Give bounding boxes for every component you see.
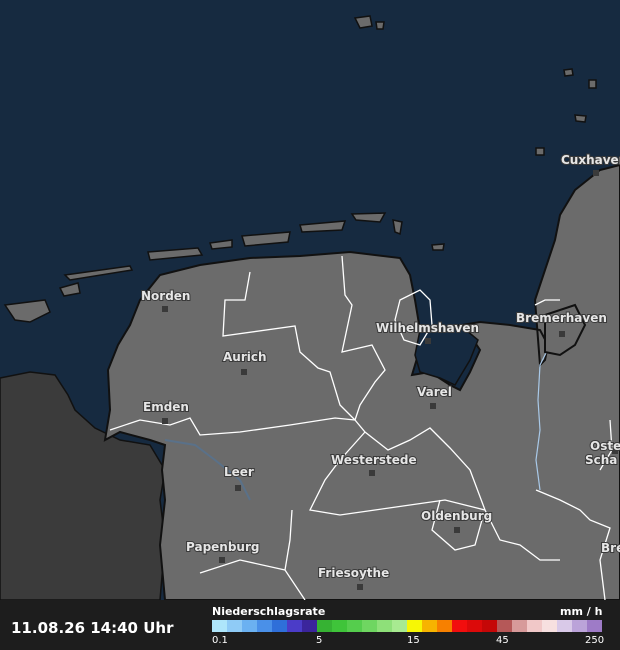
city-label-oldenburg: Oldenburg	[421, 509, 492, 523]
legend-swatch	[422, 620, 437, 632]
city-label-papenburg: Papenburg	[186, 540, 259, 554]
legend-tick-3: 45	[496, 635, 509, 646]
legend-swatch	[392, 620, 407, 632]
city-label-aurich: Aurich	[223, 350, 267, 364]
legend-swatch	[257, 620, 272, 632]
legend-title: Niederschlagsrate	[212, 605, 326, 618]
legend-swatch	[347, 620, 362, 632]
city-label-bremerhaven: Bremerhaven	[516, 311, 607, 325]
legend-swatch	[242, 620, 257, 632]
legend-tick-0: 0.1	[212, 635, 228, 646]
legend-swatch	[407, 620, 422, 632]
legend-swatch	[512, 620, 527, 632]
city-label-westerstede: Westerstede	[331, 453, 417, 467]
radar-map-app: Norden Aurich Emden Leer Papenburg Wilhe…	[0, 0, 620, 650]
legend-swatch	[317, 620, 332, 632]
legend-swatch	[227, 620, 242, 632]
precipitation-legend-bar	[212, 620, 602, 632]
legend-swatch	[497, 620, 512, 632]
legend-swatch	[437, 620, 452, 632]
legend-swatch	[212, 620, 227, 632]
legend-swatch	[272, 620, 287, 632]
city-label-friesoythe: Friesoythe	[318, 566, 389, 580]
legend-tick-2: 15	[407, 635, 420, 646]
legend-swatch	[452, 620, 467, 632]
city-label-varel: Varel	[417, 385, 452, 399]
city-label-norden: Norden	[141, 289, 190, 303]
legend-tick-4: 250	[585, 635, 605, 646]
city-label-cuxhaven: Cuxhaven	[561, 153, 620, 167]
map-canvas: Norden Aurich Emden Leer Papenburg Wilhe…	[0, 0, 620, 600]
map-footer: 11.08.26 14:40 Uhr Niederschlagsrate mm …	[0, 600, 620, 650]
legend-swatch	[542, 620, 557, 632]
timestamp-label: 11.08.26 14:40 Uhr	[11, 619, 174, 637]
city-label-emden: Emden	[143, 400, 189, 414]
legend-swatch	[482, 620, 497, 632]
precipitation-map[interactable]: Norden Aurich Emden Leer Papenburg Wilhe…	[0, 0, 620, 600]
legend-swatch	[467, 620, 482, 632]
legend-unit: mm / h	[560, 605, 603, 618]
legend-swatch	[572, 620, 587, 632]
legend-tick-1: 5	[316, 635, 323, 646]
legend-swatch	[377, 620, 392, 632]
city-label-oste: Oste	[590, 439, 620, 453]
legend-swatch	[302, 620, 317, 632]
legend-swatch	[362, 620, 377, 632]
legend-swatch	[587, 620, 602, 632]
legend-swatch	[557, 620, 572, 632]
city-label-leer: Leer	[224, 465, 254, 479]
city-label-bre: Bre	[601, 541, 620, 555]
city-label-wilhelmshaven: Wilhelmshaven	[376, 321, 479, 335]
legend-swatch	[287, 620, 302, 632]
city-label-scha: Scha	[585, 453, 617, 467]
legend-swatch	[527, 620, 542, 632]
legend-swatch	[332, 620, 347, 632]
